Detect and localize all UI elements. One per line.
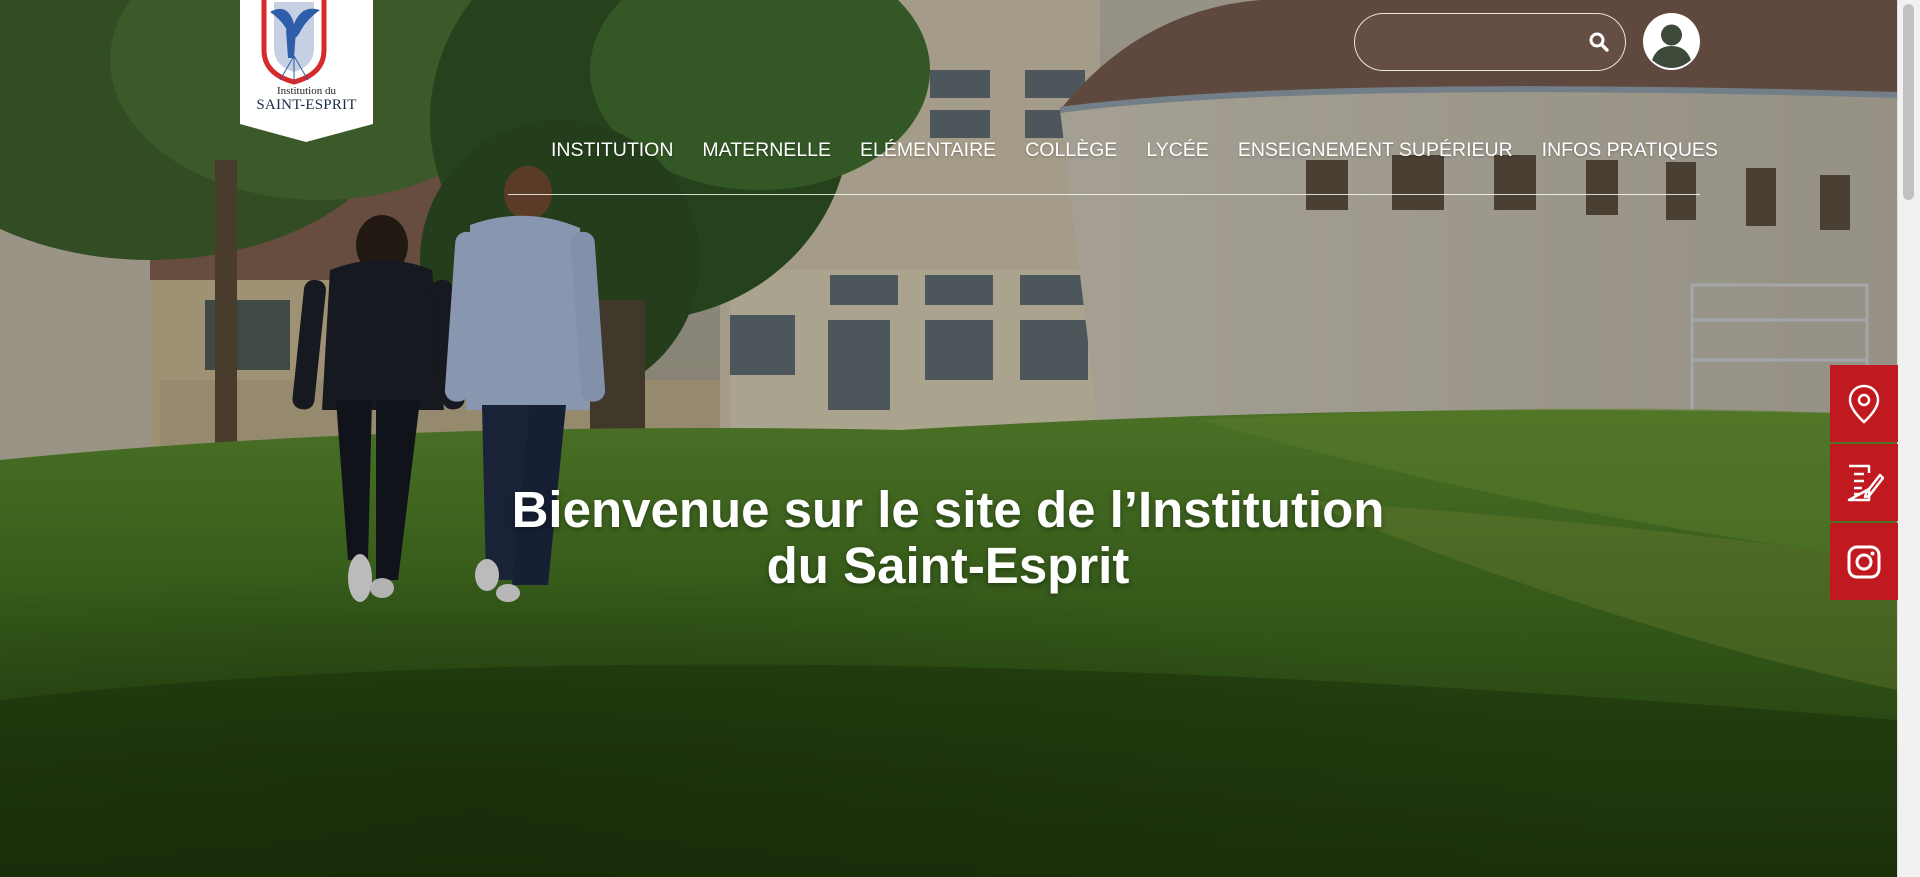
page: Institution du SAINT-ESPRIT INSTITUTION … xyxy=(0,0,1920,877)
nav-item-college[interactable]: COLLÈGE xyxy=(1025,136,1117,164)
instagram-button[interactable] xyxy=(1830,523,1898,600)
nav-item-maternelle[interactable]: MATERNELLE xyxy=(702,136,831,164)
registration-button[interactable] xyxy=(1830,444,1898,521)
hero-title-line-2: du Saint-Esprit xyxy=(766,537,1130,594)
site-logo[interactable]: Institution du SAINT-ESPRIT xyxy=(240,0,373,142)
nav-item-infos-pratiques[interactable]: INFOS PRATIQUES xyxy=(1542,136,1718,164)
search-input[interactable] xyxy=(1373,14,1577,71)
scrollbar-thumb[interactable] xyxy=(1903,4,1914,200)
hero-title: Bienvenue sur le site de l’Institution d… xyxy=(470,482,1426,594)
search-icon xyxy=(1589,32,1609,52)
logo-emblem xyxy=(240,0,373,142)
map-pin-icon xyxy=(1848,384,1880,424)
nav-item-enseignement-superieur[interactable]: ENSEIGNEMENT SUPÉRIEUR xyxy=(1238,136,1513,164)
nav-item-elementaire[interactable]: ELÉMENTAIRE xyxy=(860,136,996,164)
main-navigation: INSTITUTION MATERNELLE ELÉMENTAIRE COLLÈ… xyxy=(508,136,1718,195)
user-account-button[interactable] xyxy=(1643,13,1700,70)
logo-line-1: Institution du xyxy=(277,85,336,97)
instagram-icon xyxy=(1847,545,1881,579)
search-box[interactable] xyxy=(1354,13,1626,71)
page-scrollbar[interactable] xyxy=(1897,0,1920,877)
nav-item-institution[interactable]: INSTITUTION xyxy=(551,136,673,164)
location-button[interactable] xyxy=(1830,365,1898,442)
logo-line-2: SAINT-ESPRIT xyxy=(256,97,357,113)
document-edit-icon xyxy=(1847,464,1884,502)
nav-item-lycee[interactable]: LYCÉE xyxy=(1146,136,1209,164)
hero-title-line-1: Bienvenue sur le site de l’Institution xyxy=(511,481,1385,538)
search-button[interactable] xyxy=(1587,30,1611,54)
user-account-icon xyxy=(1643,13,1700,70)
